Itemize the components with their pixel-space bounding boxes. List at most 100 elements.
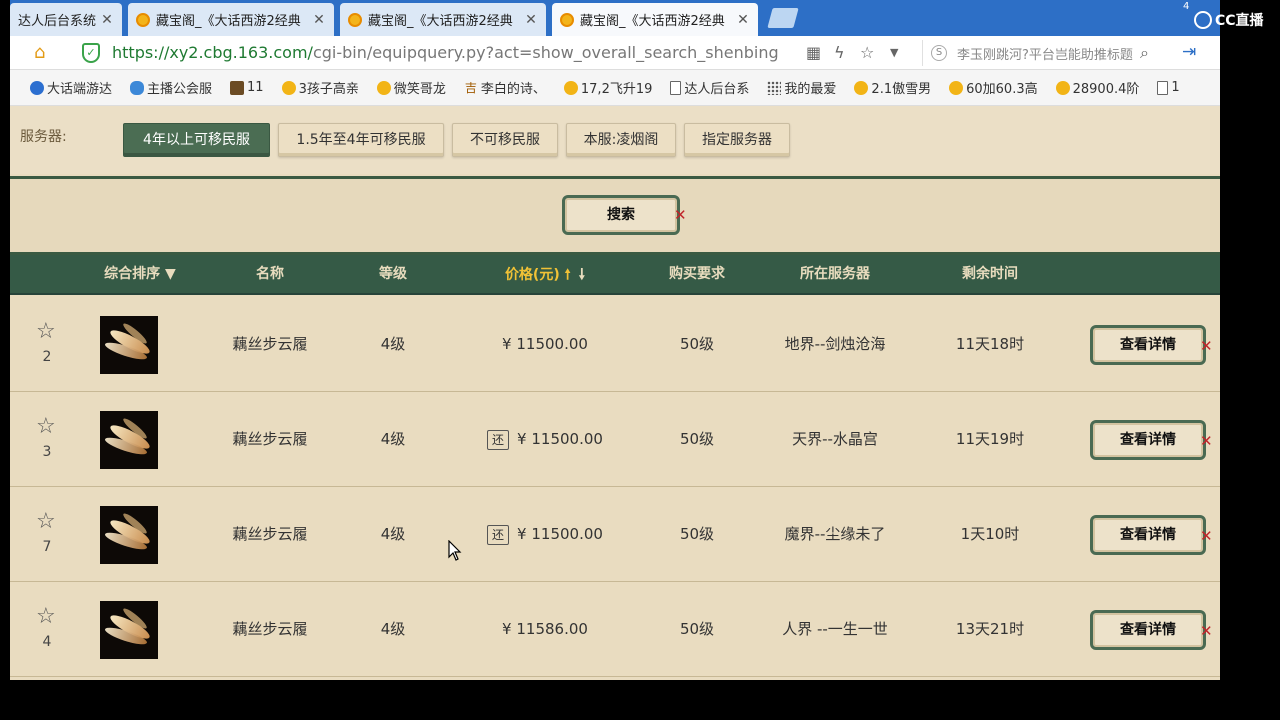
cc-logo-icon [1194,11,1212,29]
bookmark-item[interactable]: 1 [1157,80,1180,95]
bookmark-item[interactable]: 60加60.3高 [949,78,1038,97]
bookmark-item[interactable]: 大话端游达 [30,78,112,97]
bookmark-item[interactable]: 17,2飞升19 [563,78,652,97]
bookmark-icon [563,80,578,95]
decor-x-icon: ✕ [674,206,687,224]
star-icon[interactable]: ☆ [860,43,874,62]
url-host: https://xy2.cbg.163.com/ [112,43,313,62]
close-icon[interactable]: ✕ [734,12,752,28]
bookmark-item[interactable]: 我的最爱 [767,78,836,97]
stream-logo: CC直播 [1194,10,1264,30]
bookmarks-bar: 大话端游达 主播公会服 11 3孩子高亲 微笑哥龙 吉李白的诗、 17,2飞升19 达人后台系… [10,70,1220,106]
table-row: ☆ 3 藕丝步云履 4级 还 ¥ 11500.00 50级 天界--水晶宫 11天19时 查看详情… [10,392,1220,487]
item-price-cell: 还 ¥ 11500.00 [465,392,625,487]
item-server: 天界--水晶宫 [792,430,878,448]
return-badge: 还 [487,429,510,450]
item-thumbnail[interactable] [100,316,158,374]
login-icon[interactable]: ⇥ [1182,42,1196,62]
item-server: 地界--剑烛沧海 [784,335,886,353]
tab-2[interactable]: 藏宝阁_《大话西游2经典 ✕ [128,3,334,36]
item-thumbnail[interactable] [100,601,158,659]
item-time-left: 1天10时 [960,525,1020,543]
bookmark-icon [670,80,682,95]
tab-1[interactable]: 达人后台系统 ✕ [10,3,122,36]
bookmark-icon [854,80,869,95]
bookmark-item[interactable]: 2.1傲雪男 [854,78,931,97]
search-button[interactable]: 搜索 [562,195,680,235]
url-field[interactable]: https://xy2.cbg.163.com/cgi-bin/equipque… [112,43,779,62]
bookmark-label: 李白的诗、 [480,82,546,97]
lightning-icon[interactable]: ϟ [834,43,845,62]
table-row: ☆ 2 藕丝步云履 4级 ¥ 11500.00 50级 地界--剑烛沧海 11天18时 查看详情… [10,297,1220,392]
view-details-button[interactable]: 查看详情 [1090,420,1206,460]
bookmark-item[interactable]: 主播公会服 [130,78,212,97]
server-option-specific[interactable]: 指定服务器 [684,123,790,157]
bookmark-icon [1157,80,1169,95]
item-time-left: 11天18时 [955,335,1025,353]
favicon-icon [560,12,574,27]
favorite-count: 3 [42,444,52,460]
item-name[interactable]: 藕丝步云履 [210,487,330,582]
bookmark-item[interactable]: 吉李白的诗、 [464,78,546,98]
item-server: 魔界--尘缘未了 [784,525,886,543]
home-icon[interactable]: ⌂ [34,42,45,63]
server-option-1-5y-4y-migratable[interactable]: 1.5年至4年可移民服 [278,123,444,157]
close-icon[interactable]: ✕ [98,12,116,28]
tab-title: 藏宝阁_《大话西游2经典 [156,14,301,29]
item-level: 4级 [380,525,406,543]
star-outline-icon[interactable]: ☆ [36,509,56,534]
header-requirement: 购买要求 [669,266,725,282]
bookmark-item[interactable]: 28900.4阶 [1055,78,1140,97]
bookmark-label: 主播公会服 [147,82,213,97]
header-price[interactable]: 价格(元) 🠕 🠗 [480,255,610,293]
server-option-current[interactable]: 本服:凌烟阁 [566,123,676,157]
overlay-number: 4 [1183,1,1190,12]
star-outline-icon[interactable]: ☆ [36,604,56,629]
header-price-label: 价格(元) [504,267,560,283]
shield-icon[interactable]: ✓ [82,43,100,63]
bookmark-icon [1055,80,1070,95]
item-name[interactable]: 藕丝步云履 [210,297,330,392]
bookmark-item[interactable]: 微笑哥龙 [376,78,446,97]
item-name[interactable]: 藕丝步云履 [210,582,330,677]
close-icon[interactable]: ✕ [310,12,328,28]
bookmark-label: 2.1傲雪男 [871,82,932,97]
tab-3[interactable]: 藏宝阁_《大话西游2经典 ✕ [340,3,546,36]
qr-icon[interactable]: ▦ [806,43,821,62]
view-details-button[interactable]: 查看详情 [1090,515,1206,555]
item-name[interactable]: 藕丝步云履 [210,392,330,487]
sort-header[interactable]: 综合排序 ▼ [90,255,190,293]
server-option-non-migratable[interactable]: 不可移民服 [452,123,558,157]
arrow-up-icon[interactable]: 🠕 [565,267,571,283]
close-icon[interactable]: ✕ [522,12,540,28]
server-option-4y-migratable[interactable]: 4年以上可移民服 [123,123,270,157]
decor-x-icon: ✕ [1200,337,1213,355]
decor-x-icon: ✕ [1200,622,1213,640]
bookmark-label: 28900.4阶 [1072,82,1140,97]
item-thumbnail[interactable] [100,506,158,564]
bookmark-label: 3孩子高亲 [298,82,359,97]
new-tab-button[interactable] [767,8,799,28]
item-time-left: 11天19时 [955,430,1025,448]
item-thumbnail[interactable] [100,411,158,469]
item-server: 人界 --一生一世 [782,620,888,638]
bookmark-label: 我的最爱 [784,82,837,97]
search-area: 搜索 ✕ [10,179,1220,252]
star-outline-icon[interactable]: ☆ [36,414,56,439]
bookmark-item[interactable]: 3孩子高亲 [281,78,359,97]
table-header: 综合排序 ▼ 名称 等级 价格(元) 🠕 🠗 购买要求 所在服务器 剩余时间 [10,255,1220,295]
arrow-down-icon[interactable]: 🠗 [579,265,585,283]
header-server: 所在服务器 [800,266,870,282]
view-details-button[interactable]: 查看详情 [1090,325,1206,365]
view-details-button[interactable]: 查看详情 [1090,610,1206,650]
star-outline-icon[interactable]: ☆ [36,319,56,344]
chevron-down-icon[interactable]: ▼ [890,46,898,59]
bookmark-item[interactable]: 达人后台系 [670,78,749,97]
item-requirement: 50级 [679,335,715,353]
search-icon[interactable]: ⌕ [1140,43,1149,63]
search-box[interactable]: S 李玉刚跳河?平台岂能助推标题 [922,40,1172,66]
item-price: ¥ 11586.00 [502,620,588,638]
bookmark-item[interactable]: 11 [230,80,264,95]
logo-text: CC直播 [1215,13,1264,29]
tab-4-active[interactable]: 藏宝阁_《大话西游2经典 ✕ [552,3,758,36]
